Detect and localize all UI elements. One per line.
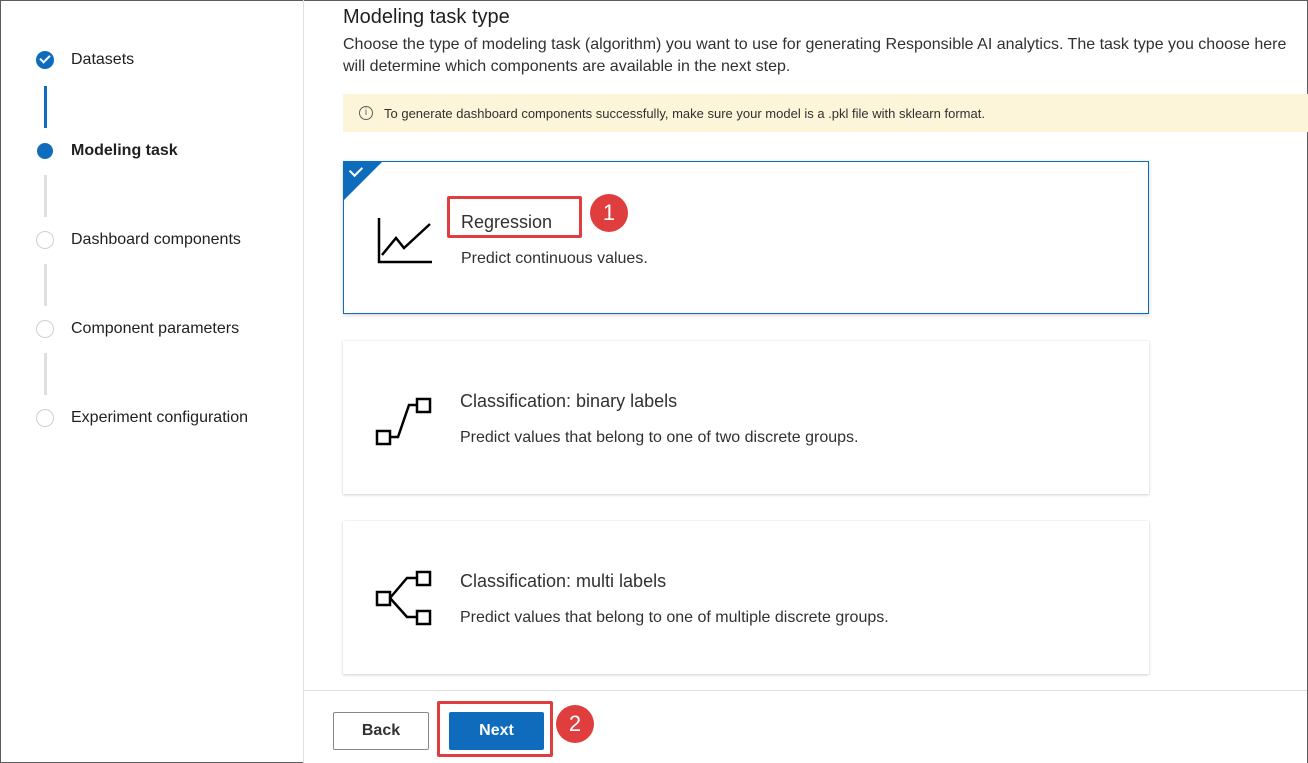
info-icon: i xyxy=(359,106,373,120)
step-experiment-configuration[interactable]: Experiment configuration xyxy=(36,406,248,430)
info-banner: i To generate dashboard components succe… xyxy=(343,94,1308,132)
step-connector xyxy=(44,264,47,306)
step-modeling-task[interactable]: Modeling task xyxy=(36,139,178,163)
option-subtitle: Predict continuous values. xyxy=(461,250,648,267)
step-label: Modeling task xyxy=(71,142,178,159)
option-subtitle: Predict values that belong to one of mul… xyxy=(460,609,889,626)
step-datasets[interactable]: Datasets xyxy=(36,48,134,72)
step-badge-1: 1 xyxy=(590,194,628,232)
banner-text: To generate dashboard components success… xyxy=(384,105,985,121)
step-pending-icon xyxy=(36,231,54,249)
binary-classification-icon xyxy=(375,397,432,446)
step-dashboard-components[interactable]: Dashboard components xyxy=(36,228,241,252)
step-connector xyxy=(44,86,47,128)
option-card-multi-classification[interactable]: Classification: multi labels Predict val… xyxy=(343,521,1149,674)
back-button[interactable]: Back xyxy=(333,712,429,750)
step-connector xyxy=(44,175,47,217)
step-current-icon xyxy=(36,142,54,160)
step-pending-icon xyxy=(36,320,54,338)
option-title: Classification: binary labels xyxy=(460,391,678,411)
option-subtitle: Predict values that belong to one of two… xyxy=(460,429,859,446)
highlight-box-next xyxy=(437,701,553,757)
page-title: Modeling task type xyxy=(343,6,510,28)
step-connector xyxy=(44,353,47,395)
step-label: Datasets xyxy=(71,51,135,68)
option-card-binary-classification[interactable]: Classification: binary labels Predict va… xyxy=(343,341,1149,494)
step-pending-icon xyxy=(36,409,54,427)
step-component-parameters[interactable]: Component parameters xyxy=(36,317,239,341)
step-complete-icon xyxy=(36,51,54,69)
step-label: Dashboard components xyxy=(71,231,241,248)
line-chart-icon xyxy=(377,218,432,264)
option-title: Classification: multi labels xyxy=(460,571,667,591)
step-label: Component parameters xyxy=(71,320,240,337)
step-label: Experiment configuration xyxy=(71,409,248,426)
wizard-sidebar: Datasets Modeling task Dashboard compone… xyxy=(0,0,304,763)
page-description: Choose the type of modeling task (algori… xyxy=(343,36,1287,75)
highlight-box-regression xyxy=(447,196,582,238)
multi-classification-icon xyxy=(375,570,432,626)
step-badge-2: 2 xyxy=(556,705,594,743)
